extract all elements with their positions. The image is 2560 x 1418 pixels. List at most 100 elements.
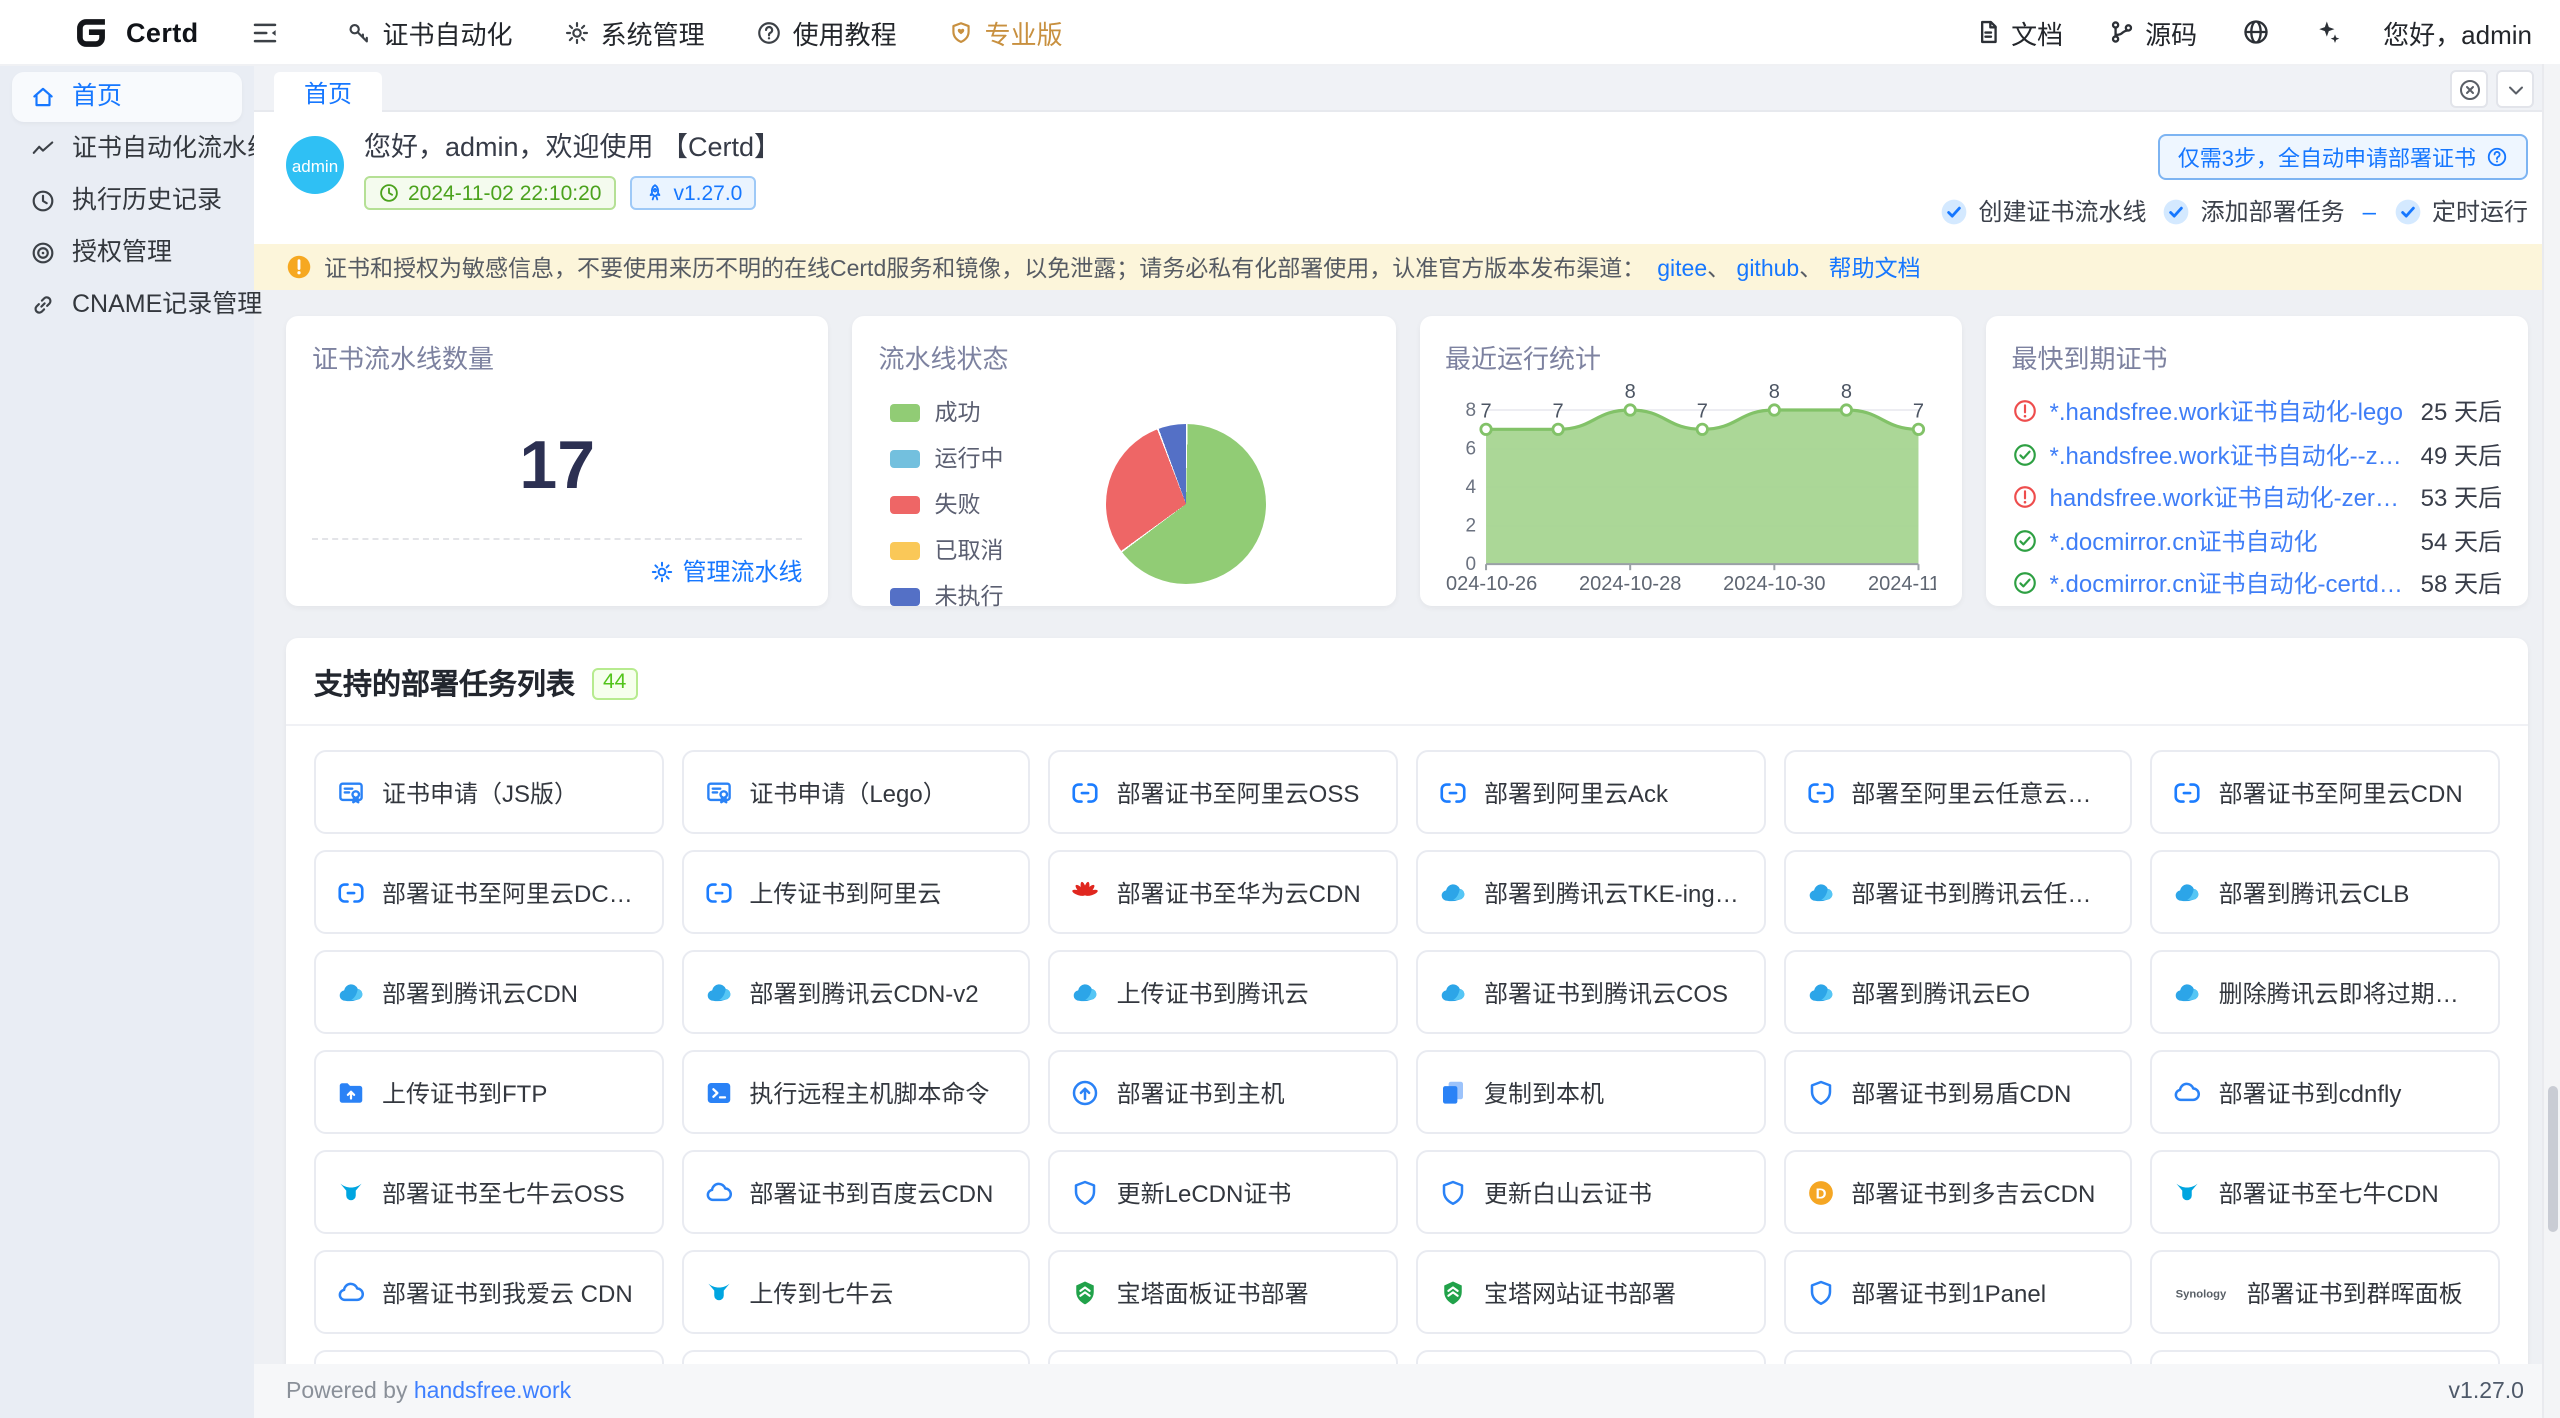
task-执行远程主机脚本命令[interactable]: 执行远程主机脚本命令 xyxy=(681,1050,1030,1134)
aliyun-icon xyxy=(336,877,366,907)
task-row-partial[interactable] xyxy=(1416,1350,1765,1364)
brand-name: Certd xyxy=(126,17,199,47)
tool-assistant[interactable] xyxy=(2291,0,2363,64)
notice-link-github[interactable]: github xyxy=(1737,257,1800,281)
task-证书申请（JS版）[interactable]: 证书申请（JS版） xyxy=(314,750,663,834)
task-部署证书到多吉云CDN[interactable]: D部署证书到多吉云CDN xyxy=(1783,1150,2132,1234)
task-部署证书到cdnfly[interactable]: 部署证书到cdnfly xyxy=(2151,1050,2500,1134)
task-宝塔面板证书部署[interactable]: 宝塔面板证书部署 xyxy=(1049,1250,1398,1334)
doge-icon: D xyxy=(1805,1177,1835,1207)
task-部署证书至阿里云CDN[interactable]: 部署证书至阿里云CDN xyxy=(2151,750,2500,834)
sidebar-item-首页[interactable]: 首页 xyxy=(12,72,242,122)
task-证书申请（Lego）[interactable]: 证书申请（Lego） xyxy=(681,750,1030,834)
pie-wrap xyxy=(1004,424,1370,584)
cert-link[interactable]: *.handsfree.work证书自动化--zerossl xyxy=(2050,437,2409,471)
svg-text:2024-10-28: 2024-10-28 xyxy=(1578,573,1680,595)
task-grid: 证书申请（JS版）证书申请（Lego）部署证书至阿里云OSS部署到阿里云Ack部… xyxy=(286,726,2528,1364)
task-row-partial[interactable] xyxy=(1049,1350,1398,1364)
task-上传证书到FTP[interactable]: 上传证书到FTP xyxy=(314,1050,663,1134)
cert-link[interactable]: *.docmirror.cn证书自动化-certd-doc xyxy=(2050,566,2409,600)
user-greeting[interactable]: 您好，admin xyxy=(2383,13,2532,51)
task-部署证书到我爱云 CDN[interactable]: 部署证书到我爱云 CDN xyxy=(314,1250,663,1334)
quick-start-button[interactable]: 仅需3步，全自动申请部署证书 xyxy=(2158,134,2528,180)
cert-link[interactable]: *.handsfree.work证书自动化-lego xyxy=(2050,394,2409,428)
sidebar-item-证书自动化流水线[interactable]: 证书自动化流水线 xyxy=(12,124,242,174)
task-部署至阿里云任意云资源[interactable]: 部署至阿里云任意云资源 xyxy=(1783,750,2132,834)
task-部署证书到腾讯云任意云资源[interactable]: 部署证书到腾讯云任意云资源 xyxy=(1783,850,2132,934)
sidebar-item-授权管理[interactable]: 授权管理 xyxy=(12,228,242,278)
legend-label: 运行中 xyxy=(935,442,1004,474)
sidebar-item-CNAME记录管理[interactable]: CNAME记录管理 xyxy=(12,280,242,330)
tab-menu-button[interactable] xyxy=(2496,70,2534,108)
tool-language[interactable] xyxy=(2219,0,2291,64)
notice-link-帮助文档[interactable]: 帮助文档 xyxy=(1829,257,1921,281)
scrollbar-thumb[interactable] xyxy=(2548,1086,2558,1232)
close-tabs-button[interactable] xyxy=(2450,70,2488,108)
tool-source-code[interactable]: 源码 xyxy=(2085,0,2219,64)
legend-item-运行中[interactable]: 运行中 xyxy=(891,442,1004,474)
host-upload-icon xyxy=(1071,1077,1101,1107)
task-上传到七牛云[interactable]: 上传到七牛云 xyxy=(681,1250,1030,1334)
task-部署证书到群晖面板[interactable]: Synology部署证书到群晖面板 xyxy=(2151,1250,2500,1334)
task-row-partial[interactable] xyxy=(1783,1350,2132,1364)
legend-item-已取消[interactable]: 已取消 xyxy=(891,534,1004,566)
nav-cert-automation[interactable]: 证书自动化 xyxy=(321,0,539,64)
page-footer: Powered by handsfree.work v1.27.0 xyxy=(254,1364,2560,1418)
nav-system-manage[interactable]: 系统管理 xyxy=(539,0,731,64)
tab-home[interactable]: 首页 xyxy=(274,72,382,112)
cert-link[interactable]: *.docmirror.cn证书自动化 xyxy=(2050,523,2409,557)
nav-tutorial[interactable]: 使用教程 xyxy=(731,0,923,64)
task-上传证书到阿里云[interactable]: 上传证书到阿里云 xyxy=(681,850,1030,934)
task-部署证书到1Panel[interactable]: 部署证书到1Panel xyxy=(1783,1250,2132,1334)
task-部署证书到主机[interactable]: 部署证书到主机 xyxy=(1049,1050,1398,1134)
legend-label: 已取消 xyxy=(935,534,1004,566)
pro-icon xyxy=(949,19,975,45)
task-宝塔网站证书部署[interactable]: 宝塔网站证书部署 xyxy=(1416,1250,1765,1334)
svg-text:0: 0 xyxy=(1464,554,1475,575)
task-部署到腾讯云CLB[interactable]: 部署到腾讯云CLB xyxy=(2151,850,2500,934)
task-部署证书到腾讯云COS[interactable]: 部署证书到腾讯云COS xyxy=(1416,950,1765,1034)
task-部署到阿里云Ack[interactable]: 部署到阿里云Ack xyxy=(1416,750,1765,834)
manage-pipelines-link[interactable]: 管理流水线 xyxy=(650,554,802,588)
link-separator: 、 xyxy=(1799,257,1828,281)
task-部署证书至七牛云OSS[interactable]: 部署证书至七牛云OSS xyxy=(314,1150,663,1234)
task-部署证书到易盾CDN[interactable]: 部署证书到易盾CDN xyxy=(1783,1050,2132,1134)
cert-row: *.handsfree.work证书自动化-lego 25 天后 xyxy=(2012,394,2503,428)
task-row-partial[interactable] xyxy=(2151,1350,2500,1364)
legend-item-成功[interactable]: 成功 xyxy=(891,396,1004,428)
card-title: 证书流水线数量 xyxy=(312,338,803,376)
task-label: 部署证书到腾讯云任意云资源 xyxy=(1851,875,2110,909)
gear-icon xyxy=(565,19,591,45)
task-部署到腾讯云EO[interactable]: 部署到腾讯云EO xyxy=(1783,950,2132,1034)
task-部署证书到百度云CDN[interactable]: 部署证书到百度云CDN xyxy=(681,1150,1030,1234)
task-部署证书至七牛CDN[interactable]: 部署证书至七牛CDN xyxy=(2151,1150,2500,1234)
legend-item-失败[interactable]: 失败 xyxy=(891,488,1004,520)
cert-days: 25 天后 xyxy=(2421,394,2502,428)
task-部署到腾讯云CDN-v2[interactable]: 部署到腾讯云CDN-v2 xyxy=(681,950,1030,1034)
notice-text: 证书和授权为敏感信息，不要使用来历不明的在线Certd服务和镜像，以免泄露；请务… xyxy=(324,251,1645,283)
task-部署证书至阿里云DCDN[interactable]: 部署证书至阿里云DCDN xyxy=(314,850,663,934)
menu-fold-icon[interactable] xyxy=(251,17,281,47)
welcome-title: 您好，admin，欢迎使用 【Certd】 xyxy=(364,130,781,164)
handsfree-link[interactable]: handsfree.work xyxy=(414,1379,571,1403)
legend-item-未执行[interactable]: 未执行 xyxy=(891,580,1004,612)
task-row-partial[interactable] xyxy=(314,1350,663,1364)
sidebar-item-执行历史记录[interactable]: 执行历史记录 xyxy=(12,176,242,226)
task-部署到腾讯云CDN[interactable]: 部署到腾讯云CDN xyxy=(314,950,663,1034)
task-部署到腾讯云TKE-ingress[interactable]: 部署到腾讯云TKE-ingress xyxy=(1416,850,1765,934)
tencent-icon xyxy=(1438,977,1468,1007)
task-删除腾讯云即将过期证书[interactable]: 删除腾讯云即将过期证书 xyxy=(2151,950,2500,1034)
cert-link[interactable]: handsfree.work证书自动化-zerossl xyxy=(2050,480,2409,514)
task-上传证书到腾讯云[interactable]: 上传证书到腾讯云 xyxy=(1049,950,1398,1034)
notice-link-gitee[interactable]: gitee xyxy=(1657,257,1707,281)
task-更新LeCDN证书[interactable]: 更新LeCDN证书 xyxy=(1049,1150,1398,1234)
task-复制到本机[interactable]: 复制到本机 xyxy=(1416,1050,1765,1134)
task-更新白山云证书[interactable]: 更新白山云证书 xyxy=(1416,1150,1765,1234)
task-部署证书至阿里云OSS[interactable]: 部署证书至阿里云OSS xyxy=(1049,750,1398,834)
task-row-partial[interactable] xyxy=(681,1350,1030,1364)
nav-pro-version[interactable]: 专业版 xyxy=(923,0,1089,64)
tool-docs[interactable]: 文档 xyxy=(1951,0,2085,64)
tencent-icon xyxy=(703,977,733,1007)
avatar[interactable]: admin xyxy=(286,136,344,194)
task-部署证书至华为云CDN[interactable]: 部署证书至华为云CDN xyxy=(1049,850,1398,934)
